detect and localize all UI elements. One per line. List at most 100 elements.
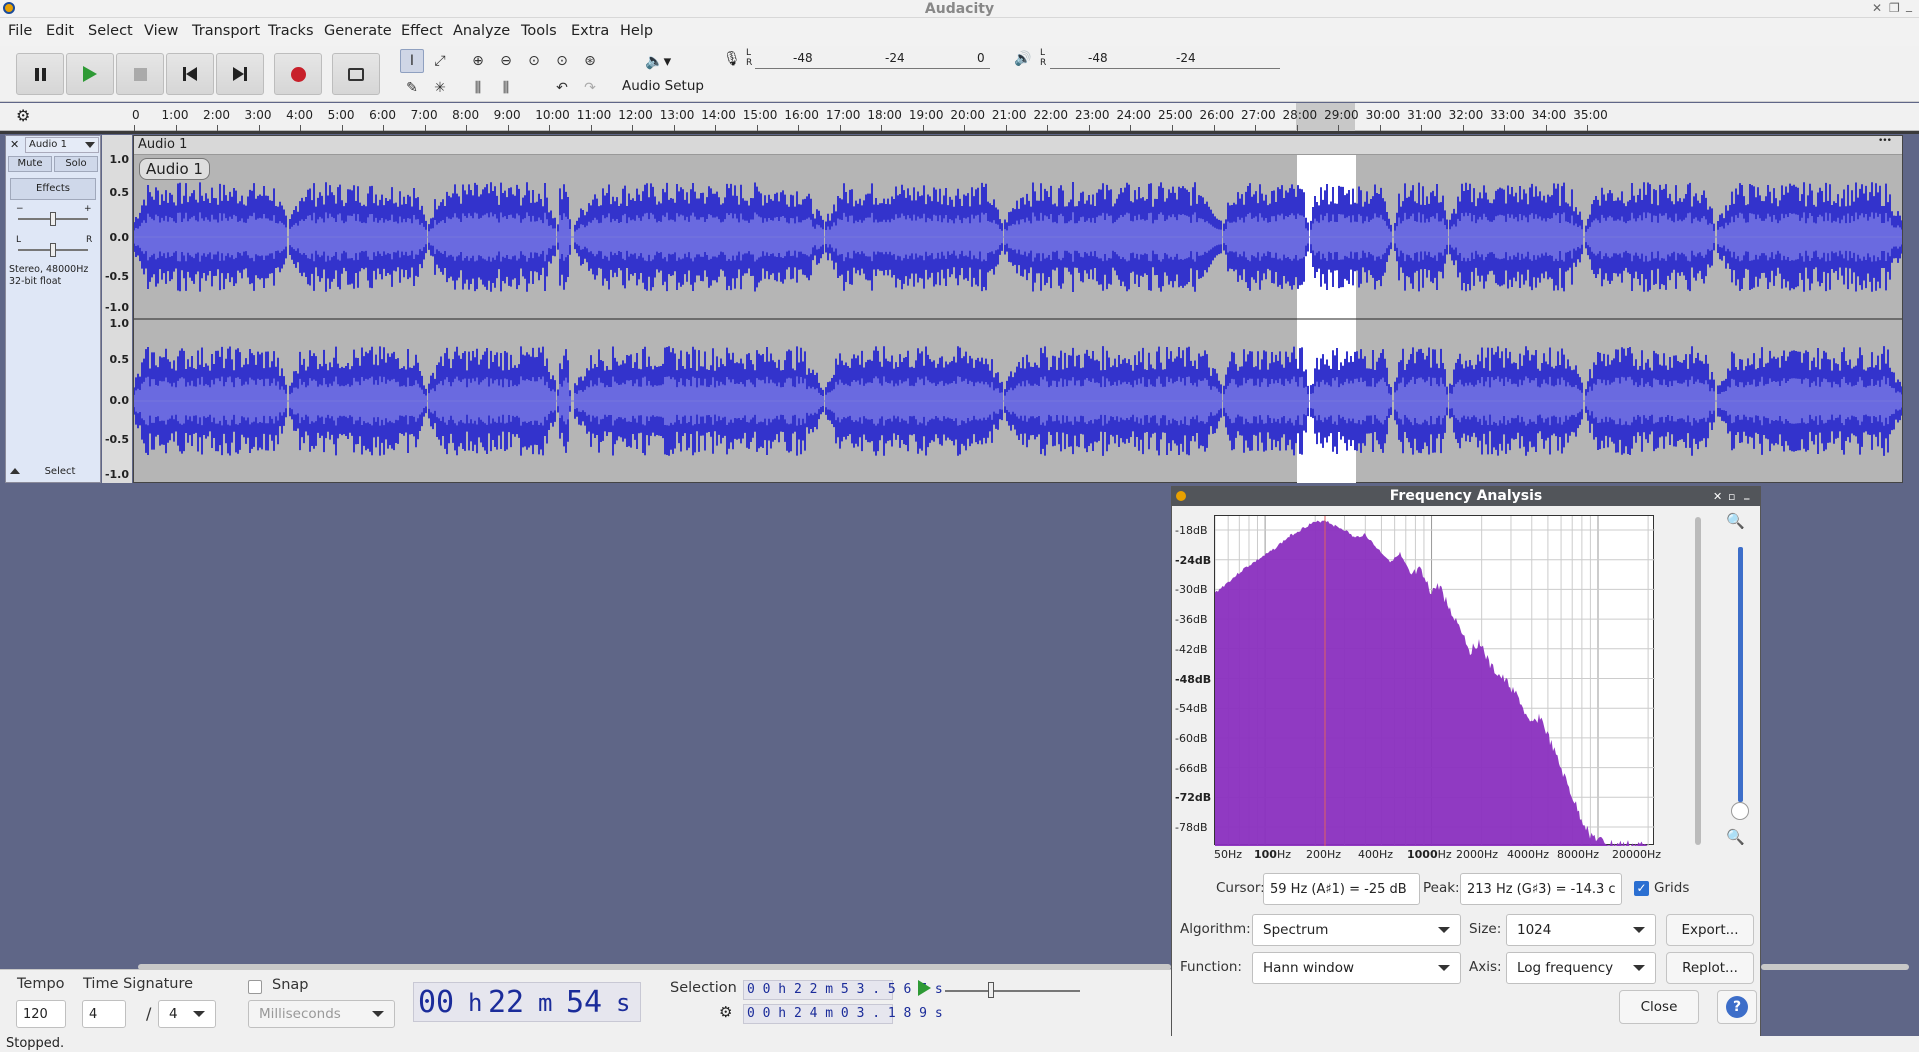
playback-speed-slider[interactable] bbox=[945, 990, 1080, 992]
tempo-input[interactable]: 120 bbox=[16, 1000, 66, 1028]
algorithm-select[interactable]: Spectrum bbox=[1252, 914, 1461, 946]
gear-icon[interactable]: ⚙ bbox=[16, 106, 30, 125]
menu-file[interactable]: File bbox=[8, 23, 32, 39]
solo-button[interactable]: Solo bbox=[54, 156, 98, 172]
ruler-tick-label: 35:00 bbox=[1573, 108, 1608, 122]
pan-slider-thumb[interactable] bbox=[50, 243, 56, 257]
zoom-toggle-icon[interactable]: ⊛ bbox=[578, 49, 602, 73]
zoom-selection-icon[interactable]: ⊙ bbox=[522, 49, 546, 73]
speaker-meter-icon[interactable]: 🔊 bbox=[1014, 51, 1031, 67]
time-display[interactable]: 00 h 22 m 54 s bbox=[413, 982, 641, 1022]
hz-tick-label: 400Hz bbox=[1358, 848, 1394, 861]
playback-meter[interactable]: -48 -24 bbox=[1050, 51, 1280, 69]
mute-button[interactable]: Mute bbox=[8, 156, 52, 172]
play-at-speed-icon[interactable] bbox=[918, 980, 931, 996]
selection-gear-icon[interactable]: ⚙ bbox=[719, 1003, 732, 1021]
playback-speed-thumb[interactable] bbox=[988, 982, 994, 998]
dialog-close-icon[interactable]: ✕ bbox=[1713, 487, 1722, 506]
clip-menu-icon[interactable]: ••• bbox=[1878, 136, 1892, 146]
snap-checkbox[interactable] bbox=[248, 980, 262, 994]
ruler-tick-label: 3:00 bbox=[244, 108, 272, 122]
axis-value: Log frequency bbox=[1517, 960, 1614, 976]
zoom-in-icon[interactable]: 🔍 bbox=[1726, 512, 1745, 530]
envelope-tool[interactable]: ⤢ bbox=[428, 49, 452, 73]
menu-tracks[interactable]: Tracks bbox=[268, 23, 314, 39]
ruler-tick-label: 2:00 bbox=[203, 108, 230, 122]
bottom-toolbar: Tempo 120 Time Signature 4 / 4 Snap Mill… bbox=[0, 969, 1171, 1036]
hz-tick-label: 50Hz bbox=[1214, 848, 1243, 861]
redo-icon[interactable]: ↷ bbox=[578, 76, 602, 100]
play-button[interactable] bbox=[66, 53, 114, 95]
undo-icon[interactable]: ↶ bbox=[550, 76, 574, 100]
effects-button[interactable]: Effects bbox=[10, 178, 96, 200]
size-select[interactable]: 1024 bbox=[1506, 914, 1656, 946]
menu-analyze[interactable]: Analyze bbox=[453, 23, 510, 39]
trim-icon[interactable]: ⫼ bbox=[466, 76, 490, 100]
timeline-ruler[interactable]: ⚙ 0 1:00 2:00 3:00 4:00 5:00 6:00 7:00 8:00 9:00 1… bbox=[0, 103, 1919, 132]
spectrum-plot[interactable] bbox=[1214, 515, 1655, 846]
skip-start-button[interactable] bbox=[166, 53, 214, 95]
track-info-format: Stereo, 48000Hz bbox=[9, 264, 89, 275]
dialog-maximize-icon[interactable]: ▫ bbox=[1728, 487, 1735, 506]
zoom-out-icon[interactable]: 🔍 bbox=[1726, 828, 1745, 846]
horizontal-scrollbar-right[interactable] bbox=[1761, 964, 1909, 970]
loop-button[interactable] bbox=[332, 53, 380, 95]
time-signature-numerator[interactable]: 4 bbox=[82, 1000, 126, 1028]
time-signature-denominator[interactable]: 4 bbox=[158, 1000, 216, 1028]
zoom-fit-icon[interactable]: ⊙ bbox=[550, 49, 574, 73]
select-button[interactable]: Select bbox=[26, 465, 94, 481]
vertical-zoom-slider[interactable] bbox=[1738, 547, 1743, 802]
close-button[interactable]: Close bbox=[1619, 990, 1699, 1024]
track-name-dropdown[interactable]: Audio 1 bbox=[25, 137, 99, 153]
meter-tick: -24 bbox=[1176, 51, 1196, 65]
selection-end-field[interactable]: 0 0 h 2 4 m 0 3 . 1 8 9 s bbox=[743, 1004, 943, 1024]
microphone-icon[interactable]: 🎙 bbox=[723, 51, 741, 67]
grids-checkbox[interactable]: ✓ bbox=[1634, 881, 1649, 896]
replot-button[interactable]: Replot... bbox=[1666, 952, 1754, 984]
menu-help[interactable]: Help bbox=[620, 23, 653, 39]
dialog-minimize-icon[interactable]: _ bbox=[1744, 484, 1750, 503]
export-button[interactable]: Export... bbox=[1666, 914, 1754, 946]
menu-extra[interactable]: Extra bbox=[571, 23, 609, 39]
axis-select[interactable]: Log frequency bbox=[1506, 952, 1656, 984]
function-select[interactable]: Hann window bbox=[1252, 952, 1461, 984]
menu-effect[interactable]: Effect bbox=[401, 23, 443, 39]
skip-end-button[interactable] bbox=[216, 53, 264, 95]
time-seconds-unit: s bbox=[616, 989, 631, 1017]
menu-select[interactable]: Select bbox=[88, 23, 133, 39]
gain-slider-thumb[interactable] bbox=[50, 212, 56, 226]
selection-tool[interactable]: I bbox=[400, 49, 424, 73]
vertical-zoom-thumb[interactable] bbox=[1731, 802, 1749, 820]
record-button[interactable] bbox=[274, 53, 322, 95]
db-tick-label: -24dB bbox=[1175, 553, 1212, 567]
audio-setup-button[interactable]: 🔈▾ Audio Setup bbox=[617, 50, 705, 98]
ruler-tick-label: 7:00 bbox=[410, 108, 438, 122]
multi-tool[interactable]: ✳ bbox=[428, 76, 452, 100]
meter-tick: -48 bbox=[1088, 51, 1108, 65]
help-button[interactable]: ? bbox=[1717, 990, 1757, 1024]
draw-tool[interactable]: ✎ bbox=[400, 76, 424, 100]
zoom-in-icon[interactable]: ⊕ bbox=[466, 49, 490, 73]
menu-edit[interactable]: Edit bbox=[46, 23, 74, 39]
zoom-out-icon[interactable]: ⊖ bbox=[494, 49, 518, 73]
silence-icon[interactable]: ⫼ bbox=[494, 76, 518, 100]
stop-button[interactable] bbox=[116, 53, 164, 95]
menu-tools[interactable]: Tools bbox=[521, 23, 557, 39]
waveform-area[interactable]: Audio 1 ••• Audio 1 bbox=[133, 135, 1903, 483]
selection-start-field[interactable]: 0 0 h 2 2 m 5 3 . 5 6 7 s bbox=[743, 980, 943, 1000]
plot-scrollbar[interactable] bbox=[1695, 517, 1701, 845]
collapse-icon[interactable] bbox=[10, 468, 20, 474]
minimize-icon[interactable]: _ bbox=[1906, 0, 1912, 12]
hz-tick-label: 100Hz bbox=[1254, 848, 1292, 861]
maximize-icon[interactable]: ❐ bbox=[1889, 1, 1900, 15]
menu-generate[interactable]: Generate bbox=[324, 23, 392, 39]
hz-tick-label: 2000Hz bbox=[1456, 848, 1499, 861]
close-icon[interactable]: ✕ bbox=[1872, 1, 1882, 15]
menu-view[interactable]: View bbox=[144, 23, 178, 39]
clip-header[interactable]: Audio 1 ••• bbox=[134, 136, 1902, 155]
recording-meter[interactable]: -48 -24 0 bbox=[755, 51, 990, 69]
snap-unit-select[interactable]: Milliseconds bbox=[248, 1000, 395, 1028]
pause-button[interactable] bbox=[16, 53, 64, 95]
track-close-icon[interactable]: ✕ bbox=[10, 138, 19, 151]
menu-transport[interactable]: Transport bbox=[192, 23, 260, 39]
